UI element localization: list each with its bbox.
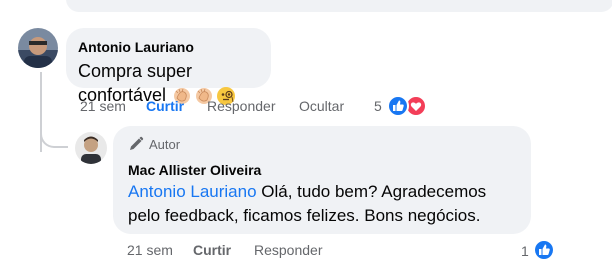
reply-actions: 21 sem Curtir Responder	[127, 242, 387, 260]
reactions-summary[interactable]	[386, 94, 428, 118]
comment-actions: 21 sem Curtir Responder Ocultar	[80, 98, 380, 116]
like-reaction-icon	[533, 239, 555, 261]
mention-link[interactable]: Antonio Lauriano	[128, 182, 257, 201]
comment-author-name[interactable]: Antonio Lauriano	[78, 38, 259, 56]
reply-button[interactable]: Responder	[207, 98, 276, 114]
pencil-icon	[130, 136, 144, 150]
like-reaction-icon	[387, 95, 409, 117]
comment-time[interactable]: 21 sem	[80, 98, 126, 114]
reply-author-name[interactable]: Mac Allister Oliveira	[128, 161, 519, 179]
author-badge: Autor	[128, 136, 180, 152]
reply-bubble: Autor Mac Allister Oliveira Antonio Laur…	[113, 126, 531, 234]
like-button[interactable]: Curtir	[146, 98, 184, 114]
thread-connector	[40, 118, 68, 148]
previous-comment-bubble	[66, 0, 612, 12]
comment-bubble: Antonio Lauriano Compra super confortáve…	[66, 28, 271, 106]
reply-avatar[interactable]	[75, 132, 107, 164]
reply-text: Antonio Lauriano Olá, tudo bem? Agradece…	[128, 180, 519, 228]
reply-like-button[interactable]: Curtir	[193, 242, 231, 258]
reply-reply-button[interactable]: Responder	[254, 242, 323, 258]
reply-time[interactable]: 21 sem	[127, 242, 173, 258]
author-badge-label: Autor	[149, 136, 181, 152]
avatar[interactable]	[18, 28, 58, 68]
reaction-count[interactable]: 5	[374, 98, 382, 114]
reply-reaction-count[interactable]: 1	[521, 243, 529, 259]
reply-reactions-summary[interactable]	[532, 238, 556, 262]
hide-button[interactable]: Ocultar	[299, 98, 344, 114]
